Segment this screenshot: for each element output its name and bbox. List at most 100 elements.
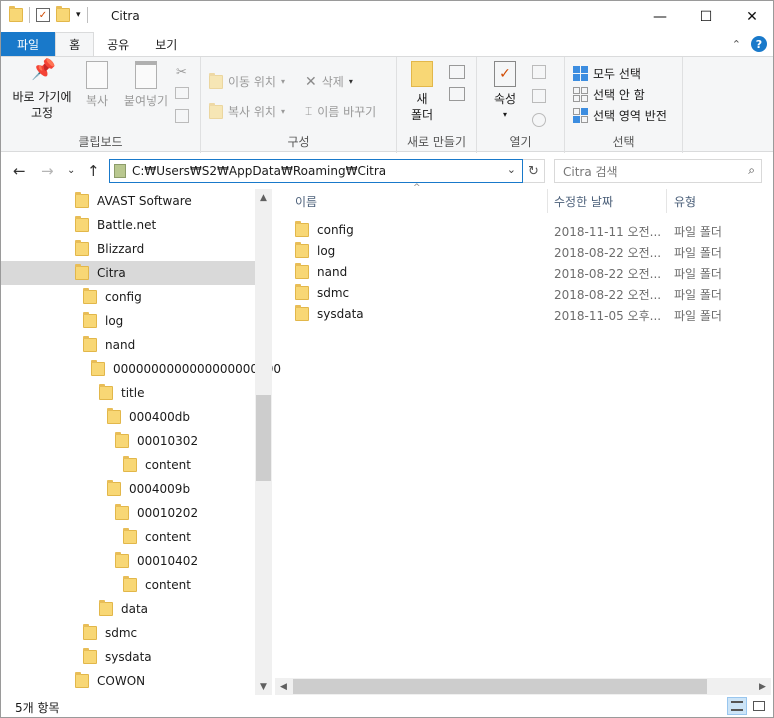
- scrollbar-thumb[interactable]: [293, 679, 707, 694]
- move-to-button[interactable]: 이동 위치 ▾: [209, 72, 285, 90]
- tree-item[interactable]: AVAST Software: [1, 189, 255, 213]
- tab-view[interactable]: 보기: [142, 32, 190, 56]
- file-modified: 2018-11-11 오전...: [554, 225, 660, 239]
- tree-item[interactable]: nand: [1, 333, 255, 357]
- file-name-cell: log: [295, 242, 335, 258]
- address-path: C:₩Users₩S2₩AppData₩Roaming₩Citra: [132, 164, 387, 178]
- tree-item[interactable]: 00010402: [1, 549, 255, 573]
- easy-access-icon[interactable]: [449, 87, 465, 101]
- large-icons-view-icon: [753, 701, 765, 711]
- select-group: 모두 선택 선택 안 함 선택 영역 반전 선택: [565, 57, 683, 153]
- dropdown-arrow-icon: ▾: [280, 107, 285, 116]
- file-name: config: [317, 223, 354, 237]
- scroll-left-icon[interactable]: ◀: [275, 678, 292, 695]
- paste-shortcut-icon[interactable]: [175, 109, 189, 123]
- tab-share[interactable]: 공유: [94, 32, 142, 56]
- history-icon[interactable]: [532, 113, 546, 127]
- file-row[interactable]: sysdata 2018-11-05 오후... 파일 폴더: [275, 304, 771, 325]
- file-name-cell: nand: [295, 263, 347, 279]
- tree-item[interactable]: content: [1, 525, 255, 549]
- up-arrow-icon[interactable]: ↑: [87, 162, 100, 180]
- refresh-button[interactable]: ↻: [523, 159, 545, 183]
- scroll-down-icon[interactable]: ▼: [255, 678, 272, 695]
- file-row[interactable]: sdmc 2018-08-22 오전... 파일 폴더: [275, 283, 771, 304]
- tree-item[interactable]: content: [1, 453, 255, 477]
- chevron-down-icon[interactable]: ⌄: [507, 163, 516, 176]
- scroll-up-icon[interactable]: ▲: [255, 189, 272, 206]
- edit-icon[interactable]: [532, 89, 546, 103]
- ribbon-tabs: 파일 홈 공유 보기 ⌃ ?: [1, 32, 773, 56]
- help-icon[interactable]: ?: [751, 36, 767, 52]
- column-header-type[interactable]: 유형: [674, 189, 764, 213]
- invert-selection-button[interactable]: 선택 영역 반전: [573, 107, 667, 124]
- folder-icon: [99, 384, 113, 400]
- tree-item[interactable]: COWON: [1, 669, 255, 693]
- folder-icon: [9, 6, 23, 22]
- tree-scrollbar[interactable]: ▲ ▼: [255, 189, 272, 695]
- recent-locations-icon[interactable]: ⌄: [67, 165, 75, 176]
- delete-button[interactable]: ✕ 삭제 ▾: [305, 73, 353, 90]
- minimize-button[interactable]: —: [637, 1, 683, 32]
- tree-item-label: 00010202: [137, 506, 199, 520]
- cut-icon[interactable]: ✂: [176, 65, 187, 80]
- scroll-right-icon[interactable]: ▶: [754, 678, 771, 695]
- new-item-icon[interactable]: [449, 65, 465, 79]
- ribbon-expand-icon[interactable]: ⌃: [732, 38, 741, 51]
- close-button[interactable]: ✕: [729, 1, 773, 32]
- tree-item-label: content: [145, 578, 191, 592]
- scrollbar-thumb[interactable]: [256, 395, 271, 481]
- tree-item[interactable]: 0000000000000000000000: [1, 357, 281, 381]
- folder-icon: [107, 408, 121, 424]
- tree-item[interactable]: title: [1, 381, 255, 405]
- copy-button[interactable]: 복사: [79, 61, 115, 109]
- properties-button[interactable]: ✓ 속성 ▾: [485, 61, 525, 123]
- maximize-button[interactable]: ☐: [683, 1, 729, 32]
- file-row[interactable]: config 2018-11-11 오전... 파일 폴더: [275, 220, 771, 241]
- title-bar: ✓ ▾ Citra — ☐ ✕: [1, 1, 773, 32]
- tree-item[interactable]: content: [1, 573, 255, 597]
- tree-item[interactable]: Blizzard: [1, 237, 255, 261]
- details-view-button[interactable]: [727, 697, 747, 715]
- select-none-button[interactable]: 선택 안 함: [573, 86, 645, 103]
- delete-x-icon: ✕: [305, 73, 317, 90]
- new-folder-button[interactable]: 새 폴더: [403, 61, 441, 123]
- tab-file[interactable]: 파일: [1, 32, 56, 56]
- tab-home[interactable]: 홈: [55, 32, 95, 56]
- file-list: ^ 이름 수정한 날짜 유형 config 2018-11-11 오전... 파일 …: [275, 183, 771, 695]
- tree-item[interactable]: log: [1, 309, 255, 333]
- column-header-name[interactable]: 이름: [295, 189, 545, 213]
- navigation-bar: ← → ⌄ ↑ C:₩Users₩S2₩AppData₩Roaming₩Citr…: [1, 153, 773, 189]
- back-arrow-icon[interactable]: ←: [13, 162, 26, 180]
- tree-item[interactable]: 000400db: [1, 405, 255, 429]
- tree-item[interactable]: sysdata: [1, 645, 255, 669]
- tree-item[interactable]: data: [1, 597, 255, 621]
- properties-check-icon[interactable]: ✓: [36, 8, 50, 22]
- pin-quick-access-button[interactable]: 📌 바로 가기에 고정: [7, 59, 77, 121]
- search-input[interactable]: Citra 검색 ⌕: [554, 159, 762, 183]
- rename-button[interactable]: ⌶ 이름 바꾸기: [305, 103, 376, 120]
- tree-item[interactable]: Battle.net: [1, 213, 255, 237]
- horizontal-scrollbar[interactable]: ◀ ▶: [275, 678, 771, 695]
- select-all-button[interactable]: 모두 선택: [573, 65, 641, 82]
- tree-item[interactable]: sdmc: [1, 621, 255, 645]
- open-icon[interactable]: [532, 65, 546, 79]
- tree-item[interactable]: 00010202: [1, 501, 255, 525]
- copy-path-icon[interactable]: [175, 87, 189, 99]
- tree-item-label: title: [121, 386, 145, 400]
- tree-item[interactable]: 00010302: [1, 429, 255, 453]
- large-icons-view-button[interactable]: [749, 697, 769, 715]
- tree-item[interactable]: 0004009b: [1, 477, 255, 501]
- move-folder-icon: [209, 72, 223, 89]
- file-row[interactable]: nand 2018-08-22 오전... 파일 폴더: [275, 262, 771, 283]
- new-folder-icon[interactable]: [56, 6, 70, 22]
- file-row[interactable]: log 2018-08-22 오전... 파일 폴더: [275, 241, 771, 262]
- folder-icon: [75, 264, 89, 280]
- column-header-modified[interactable]: 수정한 날짜: [554, 189, 664, 213]
- copy-to-button[interactable]: 복사 위치 ▾: [209, 102, 285, 120]
- forward-arrow-icon[interactable]: →: [41, 162, 54, 180]
- paste-button[interactable]: 붙여넣기: [119, 61, 173, 109]
- tree-item[interactable]: Citra: [1, 261, 255, 285]
- tree-item[interactable]: config: [1, 285, 255, 309]
- address-bar[interactable]: C:₩Users₩S2₩AppData₩Roaming₩Citra ⌄: [109, 159, 523, 183]
- customize-toolbar-icon[interactable]: ▾: [76, 10, 81, 20]
